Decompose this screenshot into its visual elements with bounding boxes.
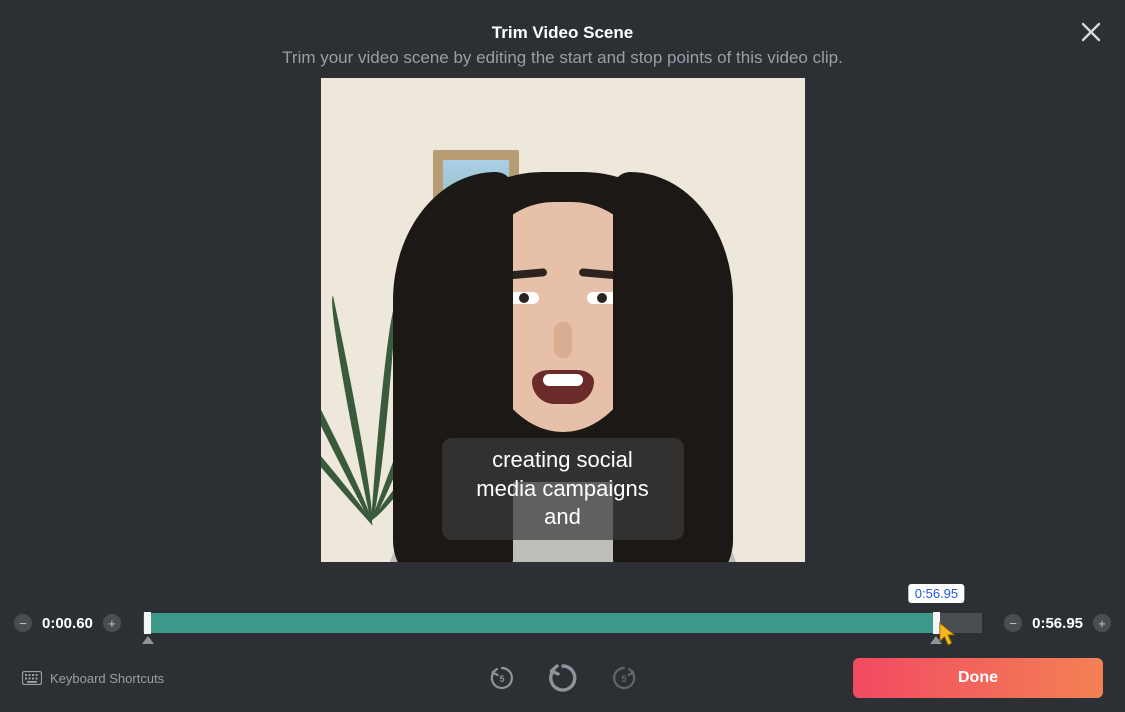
video-caption: creating social media campaigns and — [442, 438, 684, 540]
rewind-5-button[interactable]: 5 — [487, 663, 517, 693]
cursor-pointer-icon — [938, 621, 960, 647]
playback-controls: 5 5 — [487, 660, 639, 696]
start-time-group: − 0:00.60 + — [14, 614, 121, 632]
svg-text:5: 5 — [499, 674, 504, 684]
footer-row: Keyboard Shortcuts 5 5 Done — [0, 658, 1125, 698]
start-time-text: 0:00.60 — [42, 615, 93, 632]
timeline-track[interactable]: 0:56.95 — [143, 613, 982, 633]
video-preview[interactable]: creating social media campaigns and — [321, 78, 805, 562]
close-button[interactable] — [1075, 16, 1107, 48]
svg-text:5: 5 — [621, 674, 626, 684]
end-increment-button[interactable]: + — [1093, 614, 1111, 632]
trim-caret-icon — [142, 636, 154, 644]
dialog-title: Trim Video Scene — [0, 23, 1125, 43]
forward-5-button[interactable]: 5 — [609, 663, 639, 693]
keyboard-icon — [22, 671, 42, 685]
start-decrement-button[interactable]: − — [14, 614, 32, 632]
trim-tooltip: 0:56.95 — [909, 584, 964, 603]
timeline-selection — [147, 613, 936, 633]
forward-5-icon: 5 — [610, 664, 638, 692]
done-button[interactable]: Done — [853, 658, 1103, 698]
dialog-header: Trim Video Scene Trim your video scene b… — [0, 0, 1125, 70]
timeline-track-wrap: 0:56.95 — [143, 612, 982, 634]
end-time-text: 0:56.95 — [1032, 615, 1083, 632]
video-preview-container: creating social media campaigns and — [0, 78, 1125, 562]
restart-icon — [546, 661, 580, 695]
timeline-row: − 0:00.60 + 0:56.95 − 0:56.95 + — [0, 611, 1125, 635]
keyboard-shortcuts-label: Keyboard Shortcuts — [50, 671, 164, 686]
end-time-group: − 0:56.95 + — [1004, 614, 1111, 632]
start-increment-button[interactable]: + — [103, 614, 121, 632]
end-decrement-button[interactable]: − — [1004, 614, 1022, 632]
keyboard-shortcuts-link[interactable]: Keyboard Shortcuts — [22, 671, 164, 686]
dialog-subtitle: Trim your video scene by editing the sta… — [0, 47, 1125, 70]
restart-button[interactable] — [545, 660, 581, 696]
trim-start-handle[interactable] — [144, 612, 151, 634]
close-icon — [1079, 20, 1103, 44]
rewind-5-icon: 5 — [488, 664, 516, 692]
